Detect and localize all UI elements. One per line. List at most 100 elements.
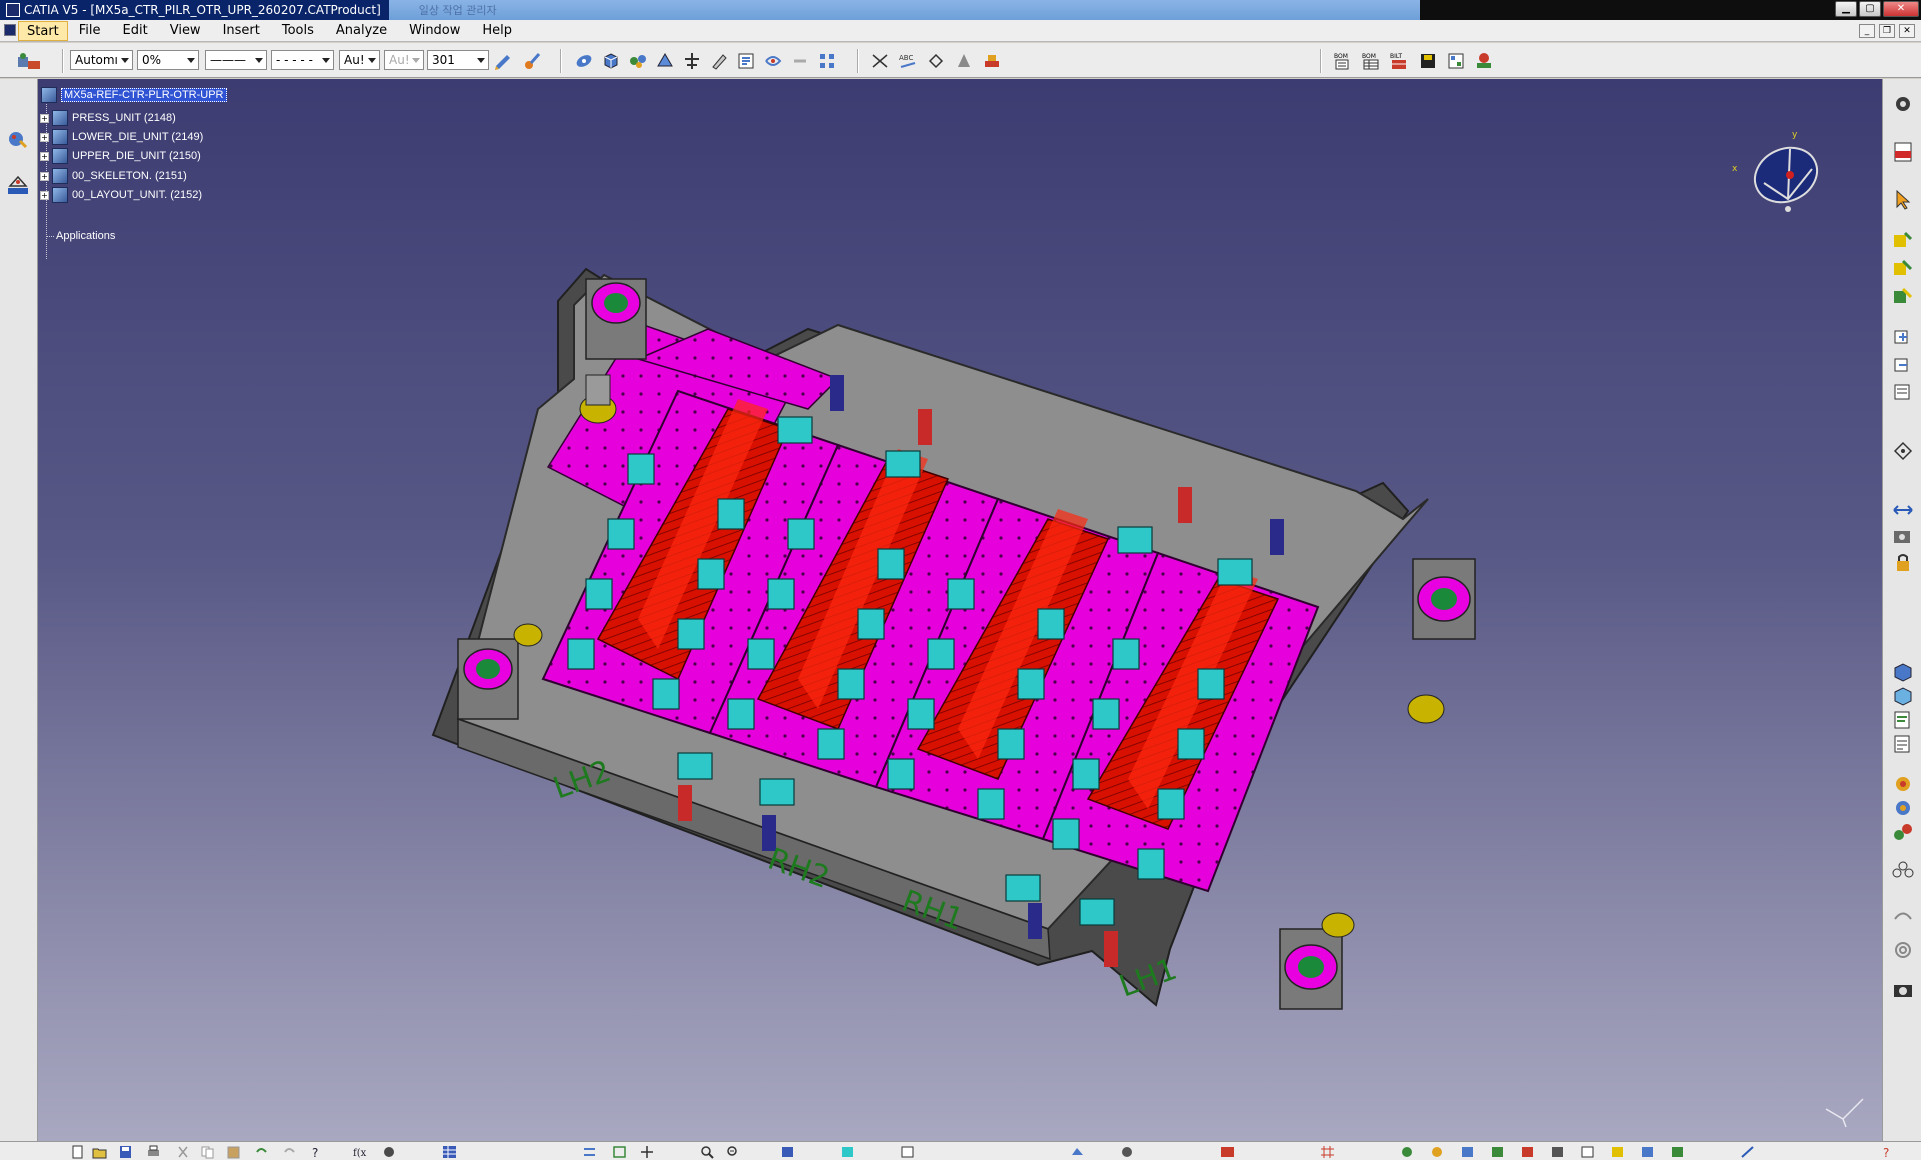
tool-10-icon[interactable]: [1670, 1145, 1685, 1159]
expand-icon[interactable]: +: [40, 190, 49, 200]
tree-item-label[interactable]: LOWER_DIE_UNIT (2149): [72, 131, 203, 143]
tool-9-icon[interactable]: [1640, 1145, 1655, 1159]
zoom-out-icon[interactable]: [726, 1145, 741, 1159]
measure-between-icon[interactable]: [870, 51, 890, 71]
multi-view-icon[interactable]: [1891, 439, 1915, 461]
tree-item-lower-die-unit[interactable]: + LOWER_DIE_UNIT (2149): [40, 128, 203, 146]
formula-icon[interactable]: f(x): [352, 1145, 367, 1159]
new-component-icon[interactable]: [601, 51, 621, 71]
tree-item-press-unit[interactable]: + PRESS_UNIT (2148): [40, 109, 176, 127]
workbench-icon[interactable]: [16, 51, 44, 71]
menu-help[interactable]: Help: [471, 20, 523, 42]
expand-icon[interactable]: +: [40, 132, 49, 142]
hide-show-icon[interactable]: [1891, 773, 1915, 795]
compass-snap-icon[interactable]: [6, 174, 30, 196]
pdf-export-icon[interactable]: [1891, 141, 1915, 163]
menu-edit[interactable]: Edit: [112, 20, 159, 42]
sketch-icon[interactable]: [1120, 1145, 1135, 1159]
tree-item-skeleton[interactable]: + 00_SKELETON. (2151): [40, 167, 187, 185]
save-data-icon[interactable]: [1418, 51, 1438, 71]
bom-report-icon[interactable]: BOM: [1333, 51, 1353, 71]
3d-viewport[interactable]: LH2 RH2 RH1 LH1 MX5a-REF-CTR-PLR-OTR-UPR…: [38, 79, 1882, 1141]
tool-4-icon[interactable]: [1490, 1145, 1505, 1159]
line-weight-select[interactable]: ———: [205, 50, 267, 70]
sectioning-icon[interactable]: [954, 51, 974, 71]
redo-icon[interactable]: [282, 1145, 297, 1159]
maximize-icon[interactable]: ▢: [1859, 1, 1881, 17]
undo-icon[interactable]: [254, 1145, 269, 1159]
pointer-select-icon[interactable]: [1891, 189, 1915, 211]
save-icon[interactable]: [118, 1145, 133, 1159]
analysis-icon[interactable]: [1220, 1145, 1235, 1159]
normal-view-icon[interactable]: [1891, 381, 1915, 403]
generate-numbering-icon[interactable]: [763, 51, 783, 71]
lighting-icon[interactable]: [1891, 859, 1915, 881]
expand-icon[interactable]: +: [40, 151, 49, 161]
graph-tree-reordering-icon[interactable]: [736, 51, 756, 71]
menu-start[interactable]: Start: [18, 20, 68, 41]
swap-icon[interactable]: [582, 1145, 597, 1159]
tree-item-upper-die-unit[interactable]: + UPPER_DIE_UNIT (2150): [40, 147, 201, 165]
tool-7-icon[interactable]: [1580, 1145, 1595, 1159]
knowledge-icon[interactable]: [382, 1145, 397, 1159]
capture-icon[interactable]: [1891, 979, 1915, 1001]
bom-list-icon[interactable]: BILT: [1389, 51, 1409, 71]
tree-item-label[interactable]: 00_LAYOUT_UNIT. (2152): [72, 189, 202, 201]
painter-icon[interactable]: [493, 51, 513, 71]
die-assembly-model[interactable]: LH2 RH2 RH1 LH1: [38, 79, 1882, 1141]
menu-insert[interactable]: Insert: [212, 20, 271, 42]
open-file-icon[interactable]: [92, 1145, 107, 1159]
tree-root-label[interactable]: MX5a-REF-CTR-PLR-OTR-UPR: [61, 88, 227, 102]
fly-through-icon[interactable]: [1891, 229, 1915, 251]
copy-icon[interactable]: [200, 1145, 215, 1159]
fit-icon[interactable]: [612, 1145, 627, 1159]
line-type-select[interactable]: - - - - -: [271, 50, 334, 70]
grid-icon[interactable]: [1320, 1145, 1335, 1159]
menu-tools[interactable]: Tools: [271, 20, 325, 42]
manage-representations-icon[interactable]: [817, 51, 837, 71]
point-type-select[interactable]: Au!: [339, 50, 380, 70]
view-cube-icon[interactable]: [780, 1145, 795, 1159]
tool-3-icon[interactable]: [1460, 1145, 1475, 1159]
transparency-select[interactable]: 0%: [137, 50, 199, 70]
new-product-icon[interactable]: [628, 51, 648, 71]
doc-close-icon[interactable]: ✕: [1899, 24, 1915, 38]
assembly-constraint-icon[interactable]: [574, 51, 594, 71]
wireframe-icon[interactable]: [1891, 733, 1915, 755]
select-tool-icon[interactable]: [6, 129, 30, 151]
pan-icon[interactable]: [1891, 257, 1915, 279]
rotate-icon[interactable]: [1891, 285, 1915, 307]
gear-settings-icon[interactable]: [1891, 93, 1915, 115]
camera-view-icon[interactable]: [1891, 525, 1915, 547]
grid-view-icon[interactable]: [1446, 51, 1466, 71]
minimize-icon[interactable]: ▁: [1835, 1, 1857, 17]
zoom-out-icon[interactable]: [1891, 355, 1915, 377]
zoom-in-icon[interactable]: [1891, 327, 1915, 349]
close-icon[interactable]: ✕: [1883, 1, 1919, 17]
menu-view[interactable]: View: [159, 20, 212, 42]
format-painter-icon[interactable]: [522, 51, 542, 71]
document-icon[interactable]: [4, 24, 16, 36]
compass-icon[interactable]: y x: [1728, 119, 1838, 229]
new-file-icon[interactable]: [70, 1145, 85, 1159]
doc-minimize-icon[interactable]: _: [1859, 24, 1875, 38]
existing-component-icon[interactable]: [682, 51, 702, 71]
measure-inertia-icon[interactable]: [926, 51, 946, 71]
shading-edges-icon[interactable]: [1891, 709, 1915, 731]
tree-item-applications[interactable]: Applications: [46, 230, 115, 242]
clash-icon[interactable]: [982, 51, 1002, 71]
expand-icon[interactable]: +: [40, 171, 49, 181]
shading-icon[interactable]: [1891, 685, 1915, 707]
measure-item-icon[interactable]: ABC: [898, 51, 918, 71]
depth-effect-icon[interactable]: [1891, 904, 1915, 926]
paste-icon[interactable]: [226, 1145, 241, 1159]
menu-analyze[interactable]: Analyze: [325, 20, 398, 42]
tool-6-icon[interactable]: [1550, 1145, 1565, 1159]
cut-icon[interactable]: [176, 1145, 191, 1159]
tree-root-node[interactable]: MX5a-REF-CTR-PLR-OTR-UPR: [41, 87, 227, 103]
tree-item-label[interactable]: UPPER_DIE_UNIT (2150): [72, 150, 201, 162]
expand-icon[interactable]: +: [40, 113, 49, 123]
measure-icon[interactable]: [1740, 1145, 1755, 1159]
fit-all-icon[interactable]: [1891, 499, 1915, 521]
shading-icon[interactable]: [840, 1145, 855, 1159]
